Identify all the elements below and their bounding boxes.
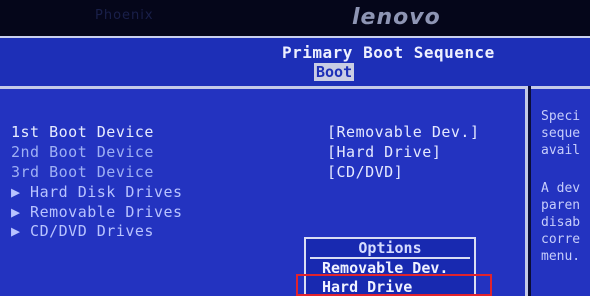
top-bezel: Phoenix lenovo [0,0,590,36]
help-line: A dev [541,181,581,196]
help-line: menu. [541,249,581,264]
boot-device-3-value[interactable]: [CD/DVD] [327,162,403,182]
submenu-removable-drives[interactable]: ▶ Removable Drives [11,202,183,222]
selected-option-highlight [296,274,492,296]
submenu-hard-disk-drives[interactable]: ▶ Hard Disk Drives [11,182,183,202]
help-line: disab [541,215,581,230]
boot-device-2-value[interactable]: [Hard Drive] [327,142,441,162]
help-line: paren [541,198,581,213]
page-title: Primary Boot Sequence [282,43,495,62]
boot-device-1-label[interactable]: 1st Boot Device [11,122,154,142]
bios-screen: Phoenix lenovo Primary Boot Sequence Boo… [0,0,590,296]
item-help-panel: Speci seque avail A dev paren disab corr… [531,86,590,296]
options-popup-title: Options [306,239,474,257]
boot-device-3-label[interactable]: 3rd Boot Device [11,162,154,182]
lenovo-logo: lenovo [352,5,441,30]
help-line: corre [541,232,581,247]
submenu-cd-dvd-drives[interactable]: ▶ CD/DVD Drives [11,221,154,241]
help-line: avail [541,143,581,158]
help-line: seque [541,126,581,141]
boot-device-2-label[interactable]: 2nd Boot Device [11,142,154,162]
boot-device-1-value[interactable]: [Removable Dev.] [327,122,480,142]
help-line: Speci [541,109,581,124]
title-bar: Primary Boot Sequence Boot [0,36,590,86]
ghost-brand-text: Phoenix [95,8,154,23]
tab-boot[interactable]: Boot [314,63,355,81]
